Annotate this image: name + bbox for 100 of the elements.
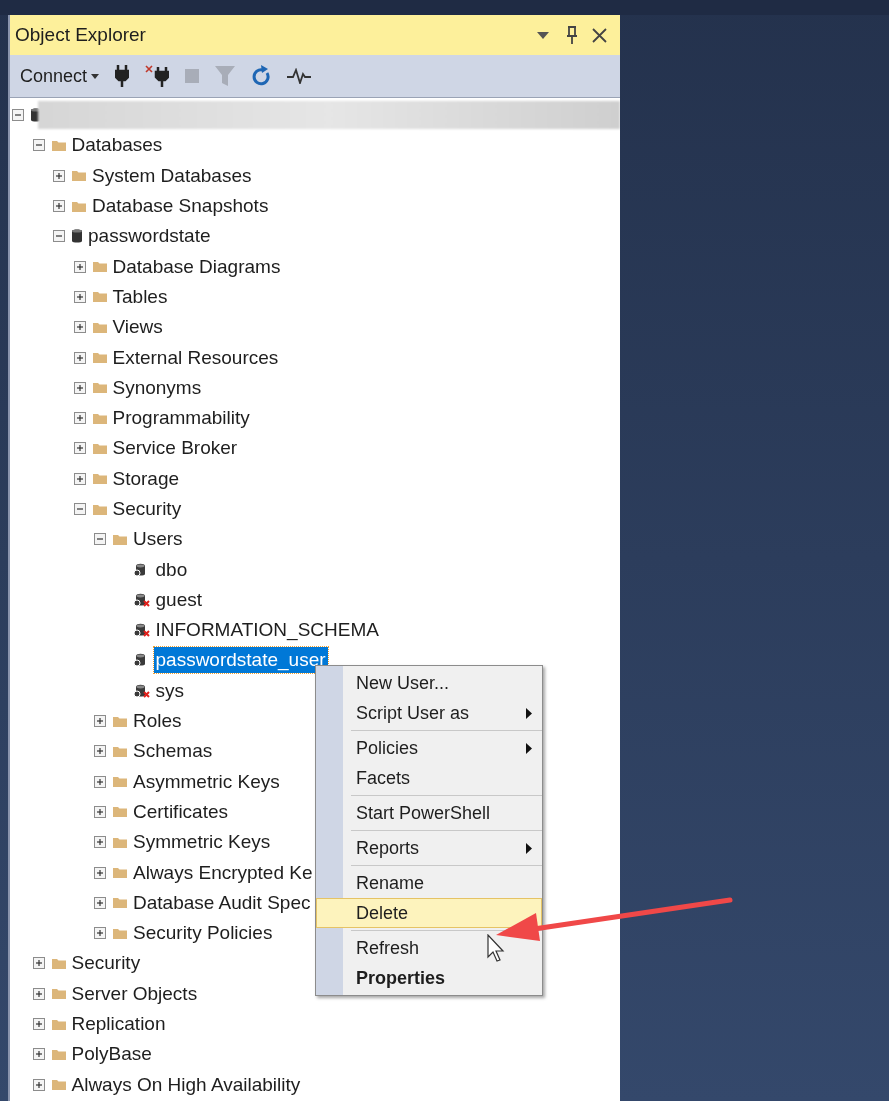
menu-item[interactable]: Facets — [316, 763, 542, 793]
folder-icon — [50, 956, 67, 970]
tree-node-label[interactable]: guest — [153, 586, 204, 613]
tree-node-label[interactable]: Schemas — [131, 738, 215, 765]
tree-node-label[interactable]: Tables — [110, 283, 170, 310]
tree-node-label[interactable]: Asymmetric Keys — [131, 768, 282, 795]
folder-icon — [91, 290, 108, 304]
folder-icon — [91, 502, 108, 516]
tree-node-label[interactable]: Roles — [131, 708, 184, 735]
expand-icon[interactable] — [94, 715, 106, 728]
expand-icon[interactable] — [32, 1018, 45, 1031]
expand-icon[interactable] — [94, 927, 106, 940]
tree-node-label[interactable]: Certificates — [131, 798, 231, 825]
expand-icon[interactable] — [73, 351, 86, 364]
menu-item[interactable]: Reports — [316, 833, 542, 863]
menu-item[interactable]: Policies — [316, 733, 542, 763]
refresh-icon[interactable] — [251, 65, 272, 87]
menu-item[interactable]: Delete — [316, 898, 542, 928]
tree-node-label[interactable]: Service Broker — [110, 435, 240, 462]
expand-icon[interactable] — [94, 896, 106, 909]
folder-icon — [112, 866, 128, 880]
folder-icon — [112, 532, 128, 546]
folder-icon — [71, 169, 87, 183]
menu-item[interactable]: Rename — [316, 868, 542, 898]
expand-icon[interactable] — [73, 290, 86, 303]
expand-icon[interactable] — [32, 957, 45, 970]
dropdown-icon[interactable] — [537, 31, 549, 39]
tree-node-label[interactable]: passwordstate — [86, 223, 213, 250]
tree-node-label[interactable]: Security Policies — [131, 920, 275, 947]
expand-icon[interactable] — [32, 1078, 45, 1091]
tree-node-label[interactable]: PolyBase — [69, 1041, 154, 1068]
close-icon[interactable] — [592, 27, 607, 43]
tree-node-label[interactable]: Database Diagrams — [110, 253, 283, 280]
user-denied-icon — [132, 682, 151, 699]
tree-node-label[interactable]: External Resources — [110, 344, 281, 371]
plug-icon[interactable] — [115, 65, 130, 87]
folder-icon — [112, 896, 128, 910]
folder-icon — [50, 1017, 67, 1031]
folder-icon — [91, 381, 108, 395]
expand-icon[interactable] — [94, 805, 106, 818]
tree-node-label[interactable]: Synonyms — [110, 374, 204, 401]
collapse-icon[interactable] — [12, 109, 24, 122]
folder-icon — [112, 714, 128, 728]
expand-icon[interactable] — [32, 987, 45, 1000]
database-icon — [71, 228, 83, 245]
expand-icon[interactable] — [53, 169, 65, 182]
expand-icon[interactable] — [94, 866, 106, 879]
mouse-cursor-icon — [487, 934, 507, 964]
folder-icon — [50, 1047, 67, 1061]
folder-icon — [112, 805, 128, 819]
pin-icon[interactable] — [566, 26, 578, 44]
disconnect-icon[interactable] — [145, 65, 170, 87]
user-denied-icon — [132, 622, 151, 639]
tree-node-label[interactable]: INFORMATION_SCHEMA — [153, 617, 381, 644]
tree-node-label[interactable]: Programmability — [110, 405, 252, 432]
expand-icon[interactable] — [94, 745, 106, 758]
tree-node-label[interactable]: sys — [153, 677, 186, 704]
tree-node-label[interactable]: Databases — [69, 132, 165, 159]
folder-icon — [112, 926, 128, 940]
caret-icon — [91, 73, 100, 79]
expand-icon[interactable] — [73, 321, 86, 334]
tree-node-label[interactable]: Always On High Availability — [69, 1071, 303, 1098]
expand-icon[interactable] — [73, 381, 86, 394]
collapse-icon[interactable] — [53, 230, 65, 243]
tree-node-label[interactable]: Symmetric Keys — [131, 829, 273, 856]
expand-icon[interactable] — [53, 200, 65, 213]
expand-icon[interactable] — [32, 1048, 45, 1061]
submenu-arrow-icon — [526, 707, 532, 719]
tree-node-label[interactable]: Views — [110, 314, 165, 341]
folder-icon — [91, 351, 108, 364]
menu-item[interactable]: Start PowerShell — [316, 798, 542, 828]
expand-icon[interactable] — [94, 836, 106, 849]
tree-node-label[interactable]: Database Audit Spec — [131, 889, 313, 916]
tree-node-label[interactable]: Database Snapshots — [90, 193, 271, 220]
expand-icon[interactable] — [73, 442, 86, 455]
collapse-icon[interactable] — [94, 533, 106, 546]
tree-node-label[interactable]: System Databases — [90, 162, 254, 189]
tree-node-label[interactable]: Storage — [110, 465, 182, 492]
tree-node-label[interactable]: dbo — [153, 556, 190, 583]
tree-node-label[interactable]: Security — [110, 496, 184, 522]
menu-item[interactable]: Refresh — [316, 933, 542, 963]
collapse-icon[interactable] — [32, 139, 45, 152]
expand-icon[interactable] — [73, 412, 86, 425]
tree-node-label[interactable]: Server Objects — [69, 980, 200, 1007]
tree-node-label[interactable]: Always Encrypted Ke — [131, 859, 315, 886]
expand-icon[interactable] — [94, 775, 106, 788]
collapse-icon[interactable] — [73, 503, 86, 515]
folder-icon — [112, 744, 128, 758]
folder-icon — [71, 199, 87, 213]
user-denied-icon — [132, 591, 151, 608]
connect-button[interactable]: Connect — [20, 62, 100, 90]
tree-node-label[interactable]: Security — [69, 950, 143, 977]
tree-node-label[interactable]: Replication — [69, 1011, 168, 1038]
expand-icon[interactable] — [73, 260, 86, 273]
tree-node-label[interactable]: Users — [131, 526, 185, 553]
tree-node-label[interactable]: passwordstate_user — [153, 647, 328, 674]
activity-icon[interactable] — [287, 68, 312, 84]
menu-item[interactable]: Script User as — [316, 698, 542, 728]
menu-item[interactable]: Properties — [316, 963, 542, 993]
expand-icon[interactable] — [73, 472, 86, 485]
